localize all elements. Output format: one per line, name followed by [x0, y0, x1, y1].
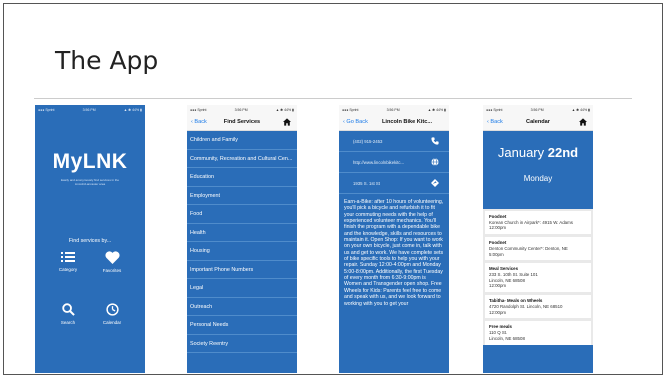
- event-time: 12:00pm: [489, 225, 507, 231]
- search-label: Search: [60, 320, 76, 325]
- battery: ▲ ✱ 44% ▮: [571, 107, 590, 112]
- event-location: 233 S. 10th St. Suite 101 Lincoln, NE 68…: [489, 272, 538, 283]
- calendar-day: 22nd: [547, 145, 579, 160]
- event-list: Foodnet Korean Church in Airpark*: 4915 …: [483, 209, 593, 345]
- event-time: 5:00pm: [489, 251, 504, 257]
- find-services-label: Find services by...: [68, 238, 112, 244]
- event-card[interactable]: Free meals 110 Q St. Lincoln, NE 68508: [485, 321, 591, 345]
- phone-find-services: ●●● Sprint 3:56 PM ▲ ✱ 44% ▮ ‹ Back Find…: [187, 105, 297, 373]
- status-bar: ●●● Sprint 3:56 PM ▲ ✱ 44% ▮: [483, 105, 593, 114]
- phone-service-detail: ●●● Sprint 3:56 PM ▲ ✱ 44% ▮ ‹ Go Back L…: [339, 105, 449, 373]
- app-tagline: Easily and anonymously find services in …: [60, 178, 120, 187]
- status-bar: ●●● Sprint 3:56 PM ▲ ✱ 44% ▮: [35, 105, 145, 114]
- service-description: Earn-a-Bike: after 10 hours of volunteer…: [344, 199, 444, 307]
- event-card[interactable]: Foodnet Korean Church in Airpark*: 4915 …: [485, 211, 591, 235]
- service-category-item[interactable]: Housing: [187, 242, 297, 261]
- home-icon[interactable]: [579, 118, 587, 126]
- clock: 3:56 PM: [530, 107, 544, 112]
- service-category-item[interactable]: Community, Recreation and Cultural Cen..…: [187, 150, 297, 168]
- clock: 3:56 PM: [82, 107, 96, 112]
- service-category-item[interactable]: Education: [187, 168, 297, 187]
- calendar-button[interactable]: Calendar: [92, 303, 132, 325]
- back-button[interactable]: ‹ Back: [191, 119, 207, 125]
- service-category-item[interactable]: Health: [187, 224, 297, 242]
- status-bar: ●●● Sprint 3:56 PM ▲ ✱ 44% ▮: [339, 105, 449, 114]
- clock-icon: [105, 303, 119, 316]
- phone-number-row[interactable]: (402) 915-2453: [339, 131, 449, 152]
- nav-bar: ‹ Back Calendar: [483, 114, 593, 131]
- carrier: ●●● Sprint: [38, 107, 55, 112]
- app-logo: MyLNK: [52, 150, 128, 173]
- service-category-item[interactable]: Children and Family: [187, 131, 297, 150]
- phone-number: (402) 915-2453: [353, 138, 383, 144]
- calendar-header: January 22nd Monday: [483, 131, 593, 209]
- service-category-item[interactable]: Outreach: [187, 298, 297, 316]
- address: 1935 S. 1st St: [353, 180, 380, 186]
- favorites-label: Favorites: [102, 268, 122, 273]
- calendar-weekday: Monday: [523, 174, 553, 183]
- globe-icon: [431, 158, 439, 166]
- nav-bar: ‹ Back Find Services: [187, 114, 297, 131]
- location-icon: [431, 179, 439, 187]
- battery: ▲ ✱ 44% ▮: [427, 107, 446, 112]
- go-back-button[interactable]: ‹ Go Back: [343, 119, 368, 125]
- search-icon: [61, 303, 75, 316]
- calendar-month: January: [497, 145, 545, 160]
- event-card[interactable]: Foodnet Denton Community Center*: Denton…: [485, 237, 591, 261]
- clock: 3:56 PM: [234, 107, 248, 112]
- back-button[interactable]: ‹ Back: [487, 119, 503, 125]
- carrier: ●●● Sprint: [342, 107, 359, 112]
- battery: ▲ ✱ 44% ▮: [275, 107, 294, 112]
- title-divider: [34, 98, 632, 99]
- address-row[interactable]: 1935 S. 1st St: [339, 173, 449, 194]
- phone-calendar: ●●● Sprint 3:56 PM ▲ ✱ 44% ▮ ‹ Back Cale…: [483, 105, 593, 373]
- favorites-button[interactable]: Favorites: [92, 251, 132, 273]
- status-bar: ●●● Sprint 3:56 PM ▲ ✱ 44% ▮: [187, 105, 297, 114]
- list-icon: [61, 252, 75, 262]
- website-url: http://www.lincolnbikekitc...: [353, 159, 405, 165]
- service-category-item[interactable]: Legal: [187, 279, 297, 298]
- service-category-item[interactable]: Personal Needs: [187, 316, 297, 335]
- event-location: 110 Q St. Lincoln, NE 68508: [489, 330, 525, 341]
- calendar-date: January 22nd: [483, 131, 593, 160]
- calendar-label: Calendar: [102, 320, 122, 325]
- slide-title: The App: [55, 46, 159, 75]
- event-card[interactable]: Tabitha- Meals on Wheels 4720 Randolph S…: [485, 295, 591, 319]
- phone-home-screen: ●●● Sprint 3:56 PM ▲ ✱ 44% ▮ MyLNK Easil…: [35, 105, 145, 373]
- carrier: ●●● Sprint: [190, 107, 207, 112]
- service-category-item[interactable]: Employment: [187, 187, 297, 205]
- event-time: 12:00pm: [489, 283, 507, 289]
- clock: 3:56 PM: [386, 107, 400, 112]
- event-time: 12:00pm: [489, 309, 507, 315]
- website-row[interactable]: http://www.lincolnbikekitc...: [339, 152, 449, 173]
- category-label: Category: [58, 267, 78, 272]
- service-category-item[interactable]: Society Reentry: [187, 335, 297, 353]
- event-card[interactable]: Meal Services 233 S. 10th St. Suite 101 …: [485, 263, 591, 293]
- service-category-item[interactable]: Food: [187, 205, 297, 224]
- phone-icon: [431, 137, 439, 145]
- nav-bar: ‹ Go Back Lincoln Bike Kitc...: [339, 114, 449, 131]
- home-icon[interactable]: [283, 118, 291, 126]
- carrier: ●●● Sprint: [486, 107, 503, 112]
- category-button[interactable]: Category: [48, 251, 88, 272]
- battery: ▲ ✱ 44% ▮: [123, 107, 142, 112]
- heart-icon: [104, 251, 120, 264]
- search-button[interactable]: Search: [48, 303, 88, 325]
- service-category-item[interactable]: Important Phone Numbers: [187, 261, 297, 279]
